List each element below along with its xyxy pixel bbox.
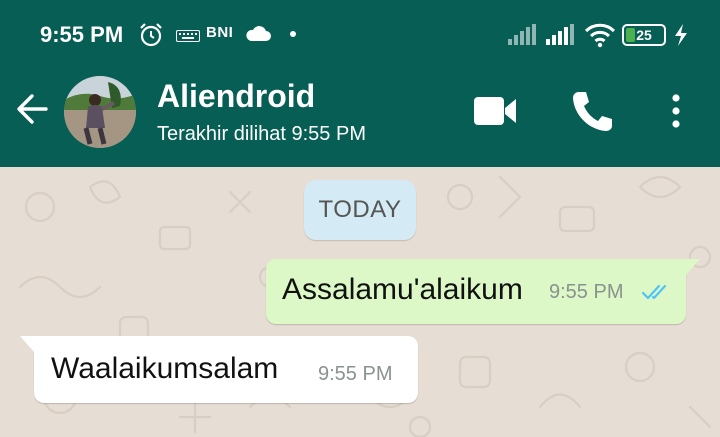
app-header: 9:55 PM BNI 25 Aliendroid Terakhir dilih… [0, 0, 720, 167]
status-bar: 9:55 PM BNI 25 [0, 0, 720, 68]
message-text: Waalaikumsalam [51, 352, 279, 385]
bubble-tail [20, 336, 34, 352]
more-options-icon [672, 94, 680, 128]
message-bubble-incoming[interactable]: Waalaikumsalam 9:55 PM [20, 336, 418, 403]
contact-name[interactable]: Aliendroid [157, 78, 315, 115]
read-receipt-icon [642, 284, 667, 300]
message-time: 9:55 PM [318, 363, 393, 385]
chat-area[interactable]: TODAY Assalamu'alaikum 9:55 PM Waalaikum… [0, 167, 720, 437]
message-time: 9:55 PM [549, 281, 624, 303]
bubble-tail [686, 259, 700, 275]
avatar-photo [64, 76, 136, 148]
signal-icon [508, 24, 536, 45]
voice-call-button[interactable] [566, 88, 616, 134]
alarm-icon [140, 23, 162, 47]
more-options-button[interactable] [660, 88, 692, 134]
carrier-badge: BNI [206, 24, 234, 41]
message-bubble-outgoing[interactable]: Assalamu'alaikum 9:55 PM [266, 259, 700, 324]
status-time: 9:55 PM [40, 22, 124, 47]
date-divider: TODAY [304, 180, 416, 240]
contact-avatar[interactable] [64, 76, 136, 148]
signal-icon [546, 24, 574, 45]
charging-icon [675, 24, 687, 46]
notification-dot [290, 31, 296, 37]
last-seen-status: Terakhir dilihat 9:55 PM [157, 123, 366, 145]
battery-level-text: 25 [636, 27, 652, 43]
keyboard-icon [176, 30, 200, 42]
back-button[interactable] [12, 88, 54, 130]
cloud-icon [246, 26, 271, 41]
video-call-icon [474, 97, 516, 125]
message-text: Assalamu'alaikum [282, 273, 523, 306]
voice-call-icon [573, 92, 612, 131]
wifi-icon [584, 23, 616, 48]
back-arrow-icon [17, 94, 48, 124]
battery-icon: 25 [622, 24, 666, 46]
video-call-button[interactable] [470, 88, 520, 134]
